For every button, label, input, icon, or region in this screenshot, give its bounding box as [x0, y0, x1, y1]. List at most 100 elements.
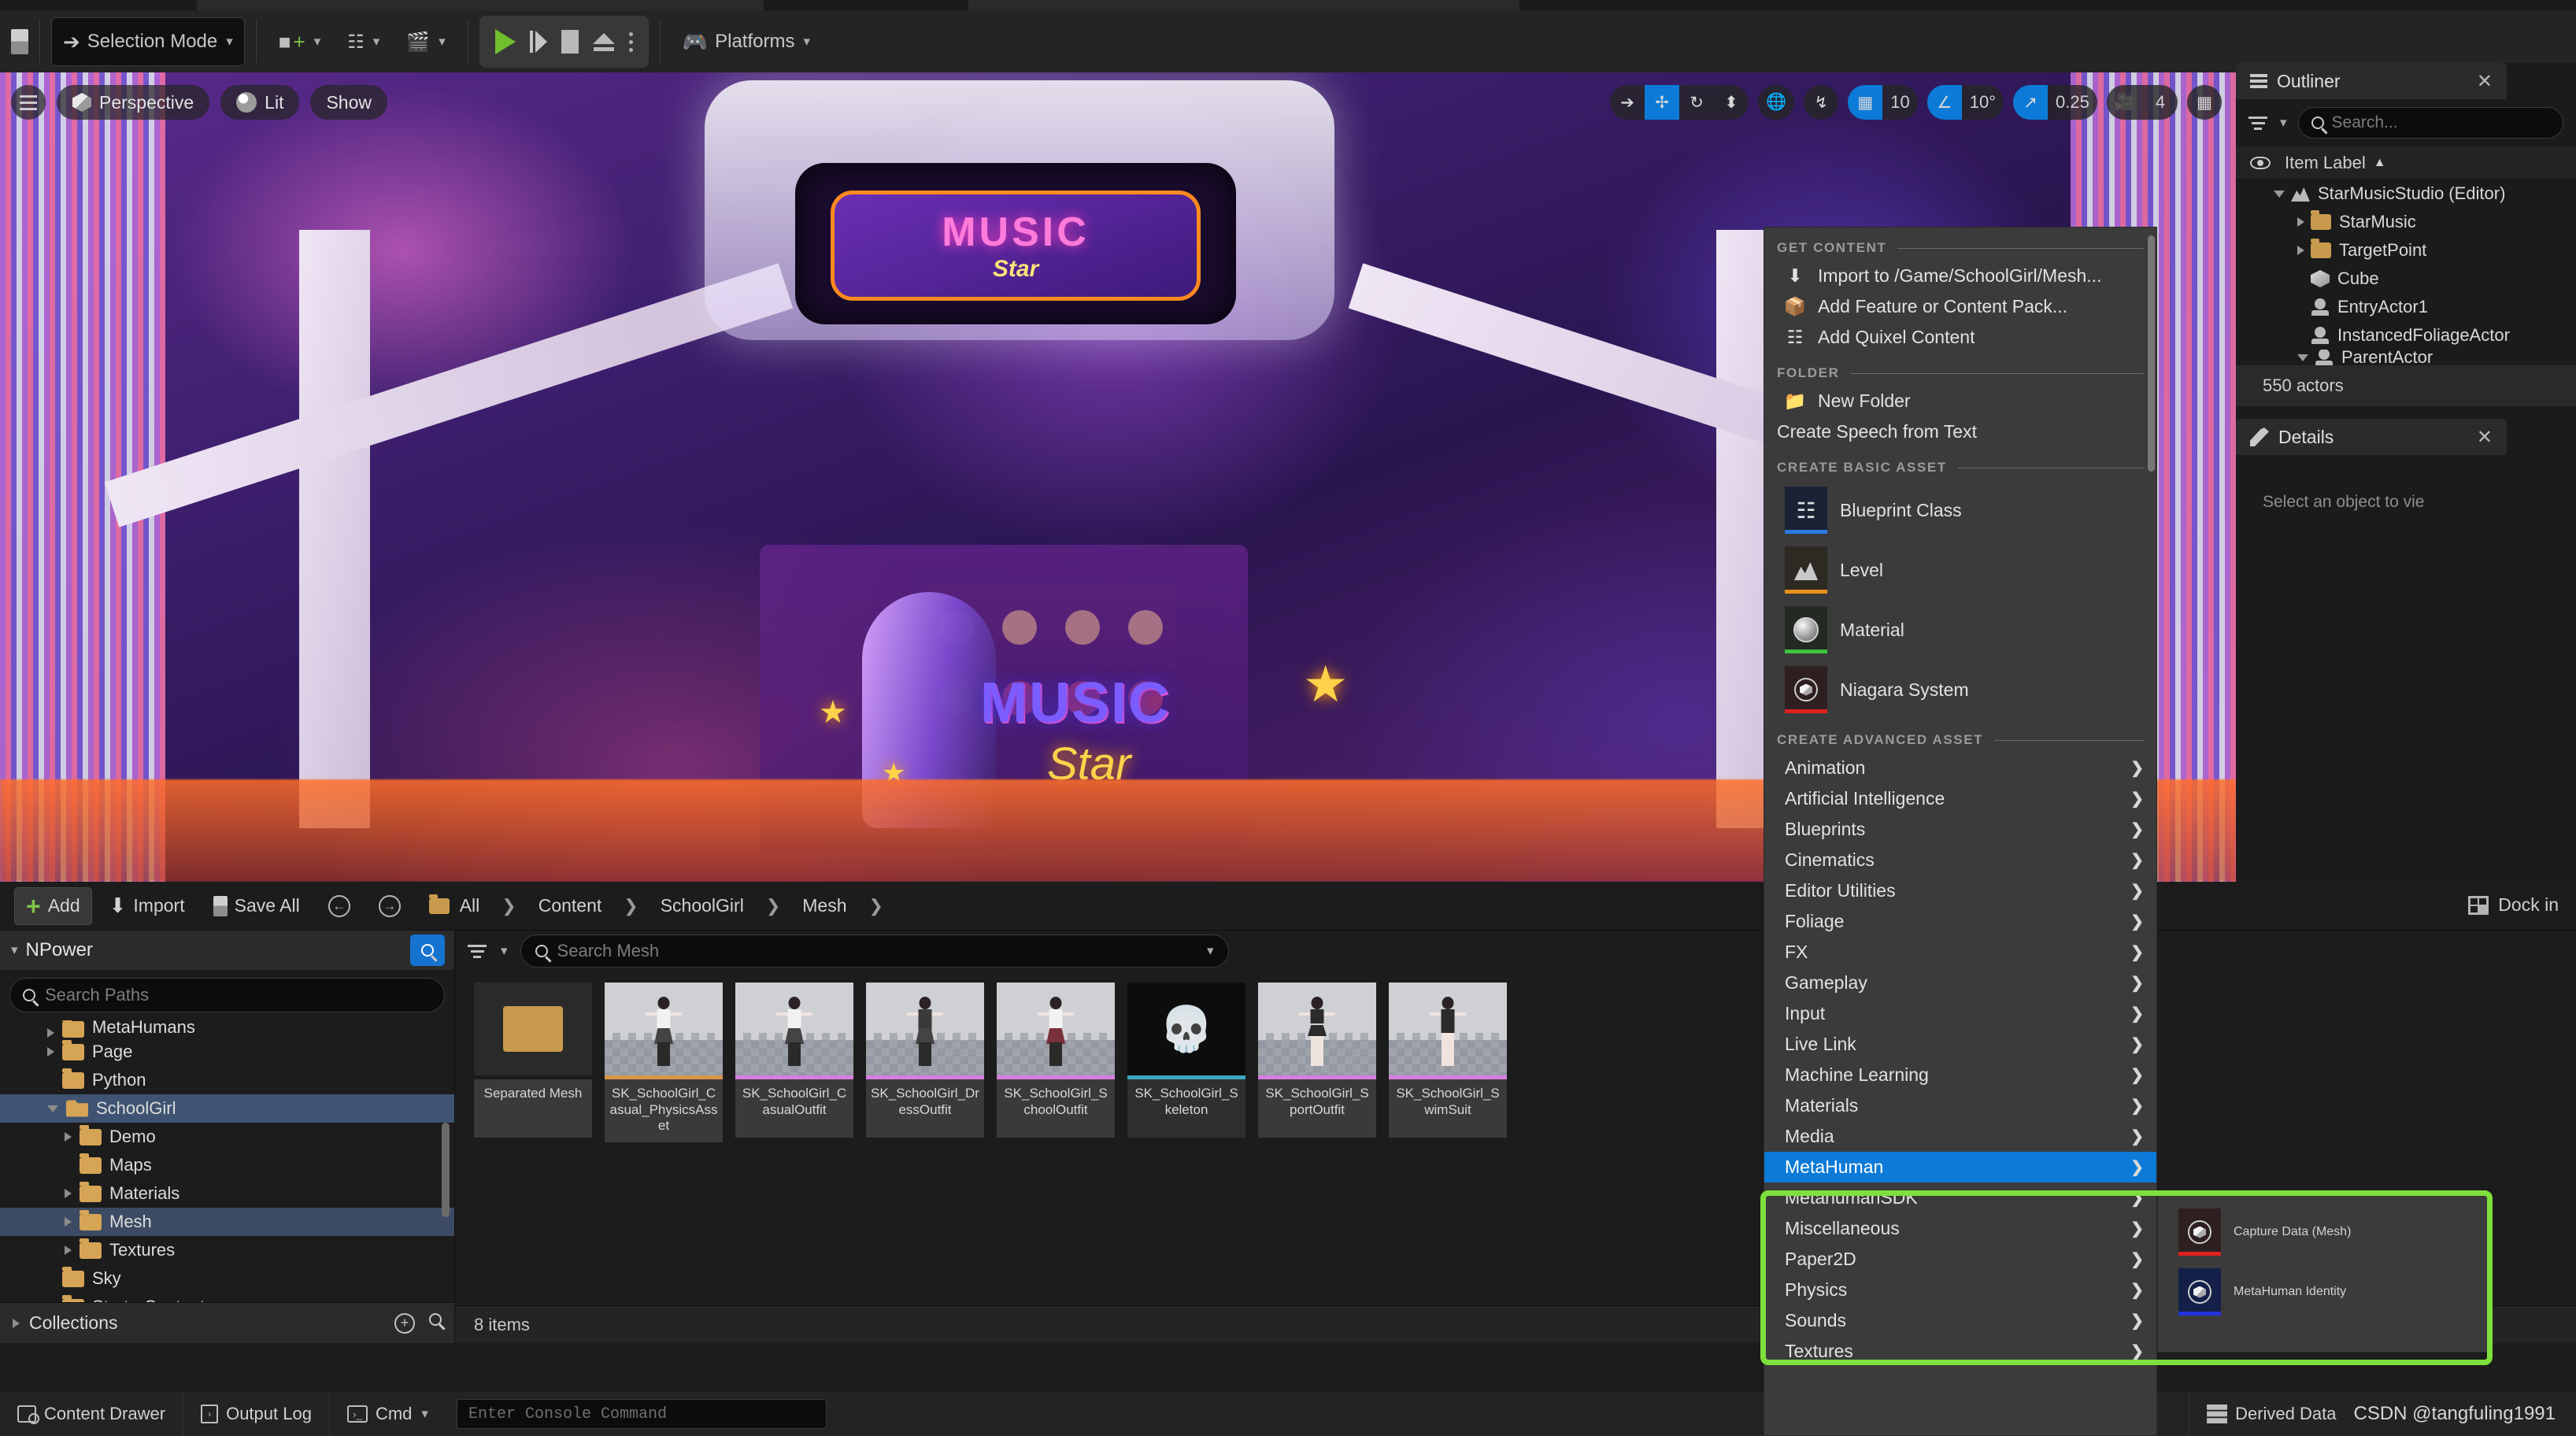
expand-arrow-icon[interactable] [2297, 353, 2308, 361]
tree-item-metahumans[interactable]: MetaHumans [0, 1020, 454, 1038]
menu-item-add-feature-or-content-pack[interactable]: 📦 Add Feature or Content Pack... [1764, 291, 2156, 322]
filter-icon[interactable] [468, 944, 487, 958]
cursor-select-icon[interactable]: ➔ [1610, 85, 1645, 120]
derived-data-button[interactable]: Derived Data [2189, 1392, 2353, 1436]
stop-icon[interactable] [561, 30, 579, 54]
expand-arrow-icon[interactable] [2274, 190, 2285, 198]
tree-item-page[interactable]: Page [0, 1038, 454, 1066]
import-button[interactable]: ⬇ Import [98, 887, 196, 925]
menu-item-animation[interactable]: Animation ❯ [1764, 753, 2156, 783]
outliner-tree[interactable]: StarMusicStudio (Editor) StarMusic Targe… [2236, 180, 2576, 365]
breadcrumb-schoolgirl[interactable]: SchoolGirl [650, 887, 755, 925]
expand-arrow-icon[interactable] [13, 1318, 20, 1328]
tree-item-demo[interactable]: Demo [0, 1123, 454, 1151]
menu-item-input[interactable]: Input ❯ [1764, 998, 2156, 1029]
asset-tile-schooloutfit[interactable]: SK_SchoolGirl_SchoolOutfit [997, 983, 1115, 1142]
menu-item-import[interactable]: ⬇ Import to /Game/SchoolGirl/Mesh... [1764, 261, 2156, 291]
scale-snap-value[interactable]: 0.25 [2048, 85, 2097, 120]
menu-item-machine-learning[interactable]: Machine Learning ❯ [1764, 1060, 2156, 1090]
outliner-row-starmusic[interactable]: StarMusic [2236, 208, 2576, 236]
sort-ascending-icon[interactable]: ▲ [2374, 156, 2386, 170]
cinematics-button[interactable]: 🎬 ▾ [395, 17, 456, 66]
tree-item-textures[interactable]: Textures [0, 1236, 454, 1264]
expand-arrow-icon[interactable] [65, 1132, 72, 1142]
search-paths-input[interactable]: Search Paths [9, 978, 445, 1012]
console-command-input[interactable]: Enter Console Command [456, 1399, 827, 1429]
expand-arrow-icon[interactable] [47, 1028, 54, 1038]
selection-mode-button[interactable]: ➔ Selection Mode ▾ [51, 17, 245, 66]
menu-item-media[interactable]: Media ❯ [1764, 1121, 2156, 1152]
menu-item-metahumansdk[interactable]: MetahumanSDK ❯ [1764, 1182, 2156, 1213]
folder-tree[interactable]: MetaHumans Page Python SchoolGirl Demo M… [0, 1020, 454, 1302]
submenu-item-capture-data-mesh[interactable]: Capture Data (Mesh) [2158, 1202, 2487, 1262]
menu-item-sounds[interactable]: Sounds ❯ [1764, 1305, 2156, 1336]
context-menu-scrollbar[interactable] [2148, 235, 2155, 472]
asset-tile-sportoutfit[interactable]: SK_SchoolGirl_SportOutfit [1258, 983, 1376, 1142]
menu-item-create-speech-from-text[interactable]: Create Speech from Text [1764, 416, 2156, 447]
folder-tree-scrollbar[interactable] [442, 1123, 450, 1217]
menu-item-physics[interactable]: Physics ❯ [1764, 1275, 2156, 1305]
output-log-button[interactable]: › Output Log [183, 1392, 330, 1436]
platforms-button[interactable]: 🎮 Platforms ▾ [672, 17, 821, 66]
asset-tile-dressoutfit[interactable]: SK_SchoolGirl_DressOutfit [866, 983, 984, 1142]
close-icon[interactable]: ✕ [2477, 70, 2493, 93]
asset-tile-physics[interactable]: SK_SchoolGirl_Casual_PhysicsAsset [605, 983, 723, 1143]
move-gizmo-icon[interactable]: ✢ [1645, 85, 1680, 120]
kebab-menu-icon[interactable] [628, 31, 633, 52]
menu-item-new-folder[interactable]: 📁 New Folder [1764, 386, 2156, 416]
submenu-item-metahuman-identity[interactable]: MetaHuman Identity [2158, 1262, 2487, 1322]
search-icon[interactable] [429, 1312, 442, 1326]
add-actor-button[interactable]: ■ + ▾ [268, 17, 331, 66]
menu-item-cinematics[interactable]: Cinematics ❯ [1764, 845, 2156, 875]
angle-snap-icon[interactable]: ∠ [1926, 85, 1962, 120]
menu-item-textures[interactable]: Textures ❯ [1764, 1336, 2156, 1367]
tree-item-materials[interactable]: Materials [0, 1179, 454, 1208]
asset-tile-folder[interactable]: Separated Mesh [474, 983, 592, 1142]
menu-item-editor-utilities[interactable]: Editor Utilities ❯ [1764, 875, 2156, 906]
tree-item-mesh[interactable]: Mesh [0, 1208, 454, 1236]
menu-item-niagara-system[interactable]: Niagara System [1764, 660, 2156, 720]
tree-item-python[interactable]: Python [0, 1066, 454, 1094]
grid-snap-value[interactable]: 10 [1882, 85, 1917, 120]
menu-item-live-link[interactable]: Live Link ❯ [1764, 1029, 2156, 1060]
breadcrumb-root[interactable]: All [418, 887, 491, 925]
outliner-row-starmusicstudio[interactable]: StarMusicStudio (Editor) [2236, 180, 2576, 208]
add-context-menu[interactable]: GET CONTENT ⬇ Import to /Game/SchoolGirl… [1764, 227, 2157, 1436]
add-collection-icon[interactable]: + [394, 1312, 415, 1334]
sources-search-button[interactable] [410, 935, 445, 966]
menu-item-material[interactable]: Material [1764, 600, 2156, 660]
viewport-menu-icon[interactable] [11, 85, 46, 120]
scale-snap-icon[interactable]: ↗ [2013, 85, 2049, 120]
chevron-down-icon[interactable]: ▾ [2280, 115, 2287, 131]
angle-snap-value[interactable]: 10° [1962, 85, 2004, 120]
expand-arrow-icon[interactable] [47, 1047, 54, 1057]
outliner-row-cube[interactable]: Cube [2236, 265, 2576, 293]
menu-item-add-quixel-content[interactable]: ☷ Add Quixel Content [1764, 322, 2156, 353]
menu-item-miscellaneous[interactable]: Miscellaneous ❯ [1764, 1213, 2156, 1244]
expand-arrow-icon[interactable] [65, 1217, 72, 1227]
menu-item-foliage[interactable]: Foliage ❯ [1764, 906, 2156, 937]
chevron-down-icon[interactable]: ▾ [501, 943, 508, 959]
menu-item-paper2d[interactable]: Paper2D ❯ [1764, 1244, 2156, 1275]
maximize-viewport-icon[interactable]: ▦ [2187, 85, 2222, 120]
asset-tile-casualoutfit[interactable]: SK_SchoolGirl_CasualOutfit [735, 983, 853, 1142]
back-button[interactable]: ← [317, 887, 361, 925]
project-header[interactable]: ▾ NPower [0, 931, 454, 970]
outliner-search-input[interactable]: Search... [2297, 107, 2563, 139]
expand-arrow-icon[interactable] [2297, 246, 2304, 255]
camera-speed-icon[interactable]: 🎥 [2107, 85, 2143, 120]
scale-gizmo-icon[interactable]: ⬍ [1714, 85, 1749, 120]
eye-icon[interactable] [2250, 156, 2271, 169]
menu-item-artificial-intelligence[interactable]: Artificial Intelligence ❯ [1764, 783, 2156, 814]
menu-item-fx[interactable]: FX ❯ [1764, 937, 2156, 968]
skip-next-icon[interactable] [529, 31, 547, 53]
menu-item-metahuman[interactable]: MetaHuman ❯ [1764, 1152, 2156, 1182]
tree-item-maps[interactable]: Maps [0, 1151, 454, 1179]
filter-icon[interactable] [2248, 116, 2267, 130]
dock-in-button[interactable]: Dock in [2468, 894, 2559, 916]
menu-item-blueprint-class[interactable]: ☷ Blueprint Class [1764, 480, 2156, 540]
close-icon[interactable]: ✕ [2477, 426, 2493, 449]
add-button[interactable]: + Add [14, 886, 92, 925]
asset-tile-skeleton[interactable]: 💀 SK_SchoolGirl_Skeleton [1127, 983, 1245, 1142]
outliner-column-label[interactable]: Item Label [2285, 153, 2366, 173]
